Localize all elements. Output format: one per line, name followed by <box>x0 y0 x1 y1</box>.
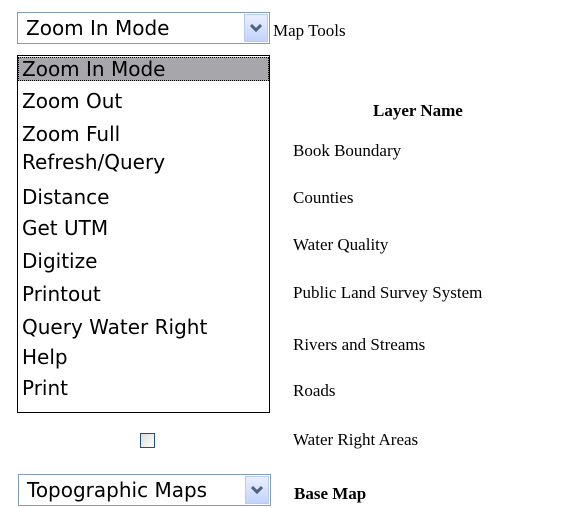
layer-water-quality: Water Quality <box>293 235 389 254</box>
map-tool-select[interactable]: Zoom In Mode <box>17 12 270 44</box>
water-right-areas-checkbox[interactable] <box>140 433 155 448</box>
tool-option-printout[interactable]: Printout <box>18 282 269 306</box>
layer-water-right-areas: Water Right Areas <box>293 430 419 449</box>
chevron-down-icon[interactable] <box>245 476 269 504</box>
chevron-down-icon[interactable] <box>244 14 268 42</box>
tool-option-print[interactable]: Print <box>18 376 269 400</box>
tool-option-get-utm[interactable]: Get UTM <box>18 216 269 240</box>
layer-rivers-and-streams: Rivers and Streams <box>293 335 426 354</box>
tool-option-query-water-right[interactable]: Query Water Right <box>18 315 269 339</box>
layer-public-land-survey: Public Land Survey System <box>293 283 483 302</box>
tool-option-zoom-out[interactable]: Zoom Out <box>18 89 269 113</box>
tool-option-digitize[interactable]: Digitize <box>18 249 269 273</box>
tool-option-distance[interactable]: Distance <box>18 185 269 209</box>
layer-name-header: Layer Name <box>373 101 463 120</box>
layer-roads: Roads <box>293 381 336 400</box>
tool-option-zoom-in-mode[interactable]: Zoom In Mode <box>18 57 269 81</box>
tool-option-refresh-query[interactable]: Refresh/Query <box>18 150 269 174</box>
base-map-select[interactable]: Topographic Maps <box>18 474 271 506</box>
tool-option-help[interactable]: Help <box>18 345 269 369</box>
map-tools-label: Map Tools <box>273 21 346 40</box>
layer-book-boundary: Book Boundary <box>293 141 402 160</box>
tool-option-zoom-full[interactable]: Zoom Full <box>18 122 269 146</box>
base-map-select-value: Topographic Maps <box>27 478 208 502</box>
map-tool-select-value: Zoom In Mode <box>26 16 170 40</box>
layer-counties: Counties <box>293 188 354 207</box>
map-tool-dropdown-list[interactable]: Zoom In Mode Zoom Out Zoom Full Refresh/… <box>17 55 270 413</box>
base-map-label: Base Map <box>294 484 367 503</box>
